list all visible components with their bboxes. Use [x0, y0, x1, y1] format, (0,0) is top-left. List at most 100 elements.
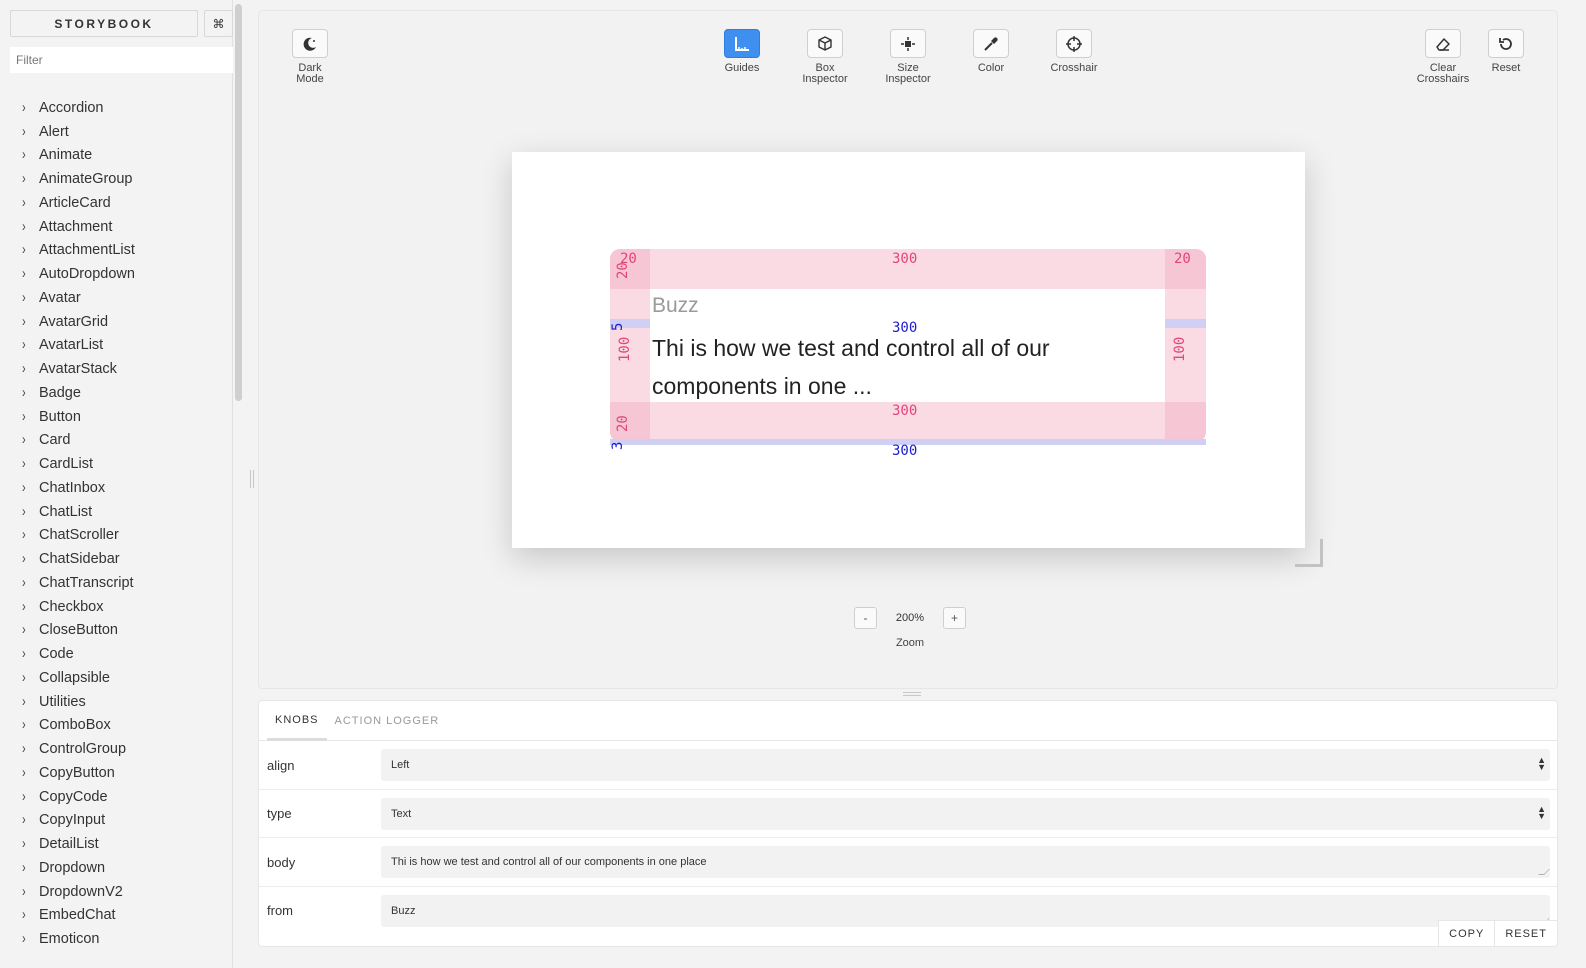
tab-action-logger[interactable]: ACTION LOGGER [327, 701, 448, 741]
brand-row: STORYBOOK ⌘ [10, 10, 233, 37]
eyedropper-icon [973, 29, 1009, 58]
chevron-right-icon: › [22, 741, 26, 757]
nav-item[interactable]: › Emoticon [0, 927, 233, 951]
guide-label: 100 [1172, 336, 1188, 362]
nav-item[interactable]: › Utilities [0, 690, 233, 714]
filter-input[interactable] [10, 47, 233, 73]
nav-item[interactable]: › ChatInbox [0, 476, 233, 500]
sidebar-scrollbar[interactable] [235, 4, 242, 401]
nav-item-label: ChatScroller [39, 527, 119, 544]
chevron-right-icon: › [22, 551, 26, 567]
nav-item[interactable]: › DropdownV2 [0, 880, 233, 904]
nav-item[interactable]: › CopyButton [0, 761, 233, 785]
shortcuts-button[interactable]: ⌘ [204, 10, 233, 37]
chat-message-component[interactable]: Buzz Thi is how we test and control all … [610, 249, 1206, 459]
nav-item[interactable]: › ChatScroller [0, 524, 233, 548]
chevron-right-icon: › [22, 503, 26, 520]
corner-guide [1165, 402, 1206, 442]
nav-item-label: CopyButton [39, 764, 115, 781]
nav-item[interactable]: › Card [0, 429, 233, 453]
nav-item[interactable]: › CopyCode [0, 785, 233, 809]
nav-item[interactable]: › Code [0, 642, 233, 666]
reset-tool[interactable]: Reset [1466, 29, 1546, 74]
nav-item[interactable]: › ChatTranscript [0, 571, 233, 595]
chevron-right-icon: › [22, 717, 26, 734]
canvas-resize-handle[interactable] [1295, 539, 1323, 567]
color-tool[interactable]: Color [951, 29, 1031, 74]
nav-item[interactable]: › Alert [0, 120, 233, 144]
nav-item[interactable]: › DetailList [0, 832, 233, 856]
nav-item[interactable]: › Dropdown [0, 856, 233, 880]
nav-item[interactable]: › Avatar [0, 286, 233, 310]
dark-mode-tool[interactable]: Dark Mode [270, 29, 350, 85]
type-select[interactable]: Text ▲ ▼ [381, 797, 1550, 830]
guide-label: 100 [617, 336, 633, 362]
zoom-in-button[interactable]: + [943, 607, 966, 629]
nav-item[interactable]: › CardList [0, 452, 233, 476]
message-body: Thi is how we test and control all of ou… [652, 329, 1162, 405]
nav-item-label: Badge [39, 384, 81, 401]
nav-item[interactable]: › Badge [0, 381, 233, 405]
chevron-right-icon: › [22, 598, 26, 615]
sidebar-resize-handle[interactable] [250, 470, 254, 488]
nav-item[interactable]: › AutoDropdown [0, 262, 233, 286]
chevron-right-icon: › [22, 100, 26, 116]
nav-item[interactable]: › EmbedChat [0, 904, 233, 928]
crosshair-icon [1056, 29, 1092, 58]
guide-label: 20 [615, 415, 631, 432]
nav-item[interactable]: › AttachmentList [0, 239, 233, 263]
addons-panel: KNOBS ACTION LOGGER align Left ▲ ▼ type T… [258, 700, 1558, 947]
panel-resize-handle[interactable] [903, 692, 921, 696]
nav-item[interactable]: › AnimateGroup [0, 167, 233, 191]
textarea-resize-icon[interactable] [1538, 869, 1550, 875]
nav-item-label: AttachmentList [39, 242, 135, 259]
nav-item[interactable]: › ComboBox [0, 714, 233, 738]
nav-item[interactable]: › ControlGroup [0, 737, 233, 761]
crosshair-tool[interactable]: Crosshair [1034, 29, 1114, 74]
nav-item-label: Card [39, 432, 71, 449]
nav-item[interactable]: › AvatarStack [0, 357, 233, 381]
box-inspector-tool[interactable]: Box Inspector [785, 29, 865, 85]
size-inspector-tool[interactable]: Size Inspector [868, 29, 948, 85]
tab-knobs[interactable]: KNOBS [267, 701, 327, 741]
nav-item[interactable]: › Attachment [0, 215, 233, 239]
chevron-right-icon: › [22, 883, 26, 900]
nav-item-label: Code [39, 646, 74, 663]
storybook-brand-link[interactable]: STORYBOOK [10, 10, 198, 37]
align-select[interactable]: Left ▲ ▼ [381, 749, 1550, 781]
from-textarea[interactable]: Buzz [381, 894, 1550, 927]
chevron-right-icon: › [22, 242, 26, 259]
reset-button[interactable]: RESET [1494, 920, 1557, 946]
nav-item[interactable]: › Animate [0, 144, 233, 168]
nav-item[interactable]: › ChatList [0, 500, 233, 524]
chevron-right-icon: › [22, 527, 26, 544]
chevron-right-icon: › [22, 432, 26, 449]
nav-item[interactable]: › CloseButton [0, 619, 233, 643]
nav-item-label: Attachment [39, 218, 113, 235]
guides-tool[interactable]: Guides [702, 29, 782, 74]
preview-area: Dark Mode Guides Box Inspector Size Insp… [258, 10, 1558, 689]
nav-item[interactable]: › Button [0, 405, 233, 429]
nav-item[interactable]: › CopyInput [0, 809, 233, 833]
zoom-out-button[interactable]: - [854, 607, 877, 629]
nav-item[interactable]: › Collapsible [0, 666, 233, 690]
chevron-right-icon: › [22, 931, 26, 947]
crosshair-label: Crosshair [1050, 62, 1098, 74]
copy-button[interactable]: COPY [1438, 920, 1495, 946]
nav-item-label: AvatarList [39, 337, 104, 354]
knob-row-from: from Buzz [259, 887, 1557, 936]
knob-label: align [267, 757, 295, 773]
nav-item[interactable]: › Checkbox [0, 595, 233, 619]
nav-item-label: Alert [39, 123, 69, 140]
nav-item[interactable]: › AvatarList [0, 334, 233, 358]
reset-icon [1488, 29, 1524, 58]
body-textarea[interactable]: Thi is how we test and control all of ou… [381, 846, 1550, 878]
chevron-right-icon: › [22, 622, 26, 639]
guide-label: 300 [892, 320, 918, 336]
nav-item[interactable]: › ChatSidebar [0, 547, 233, 571]
textarea-value: Buzz [391, 904, 416, 917]
chevron-right-icon: › [22, 266, 26, 282]
nav-item[interactable]: › ArticleCard [0, 191, 233, 215]
nav-item[interactable]: › Accordion [0, 96, 233, 120]
nav-item[interactable]: › AvatarGrid [0, 310, 233, 334]
